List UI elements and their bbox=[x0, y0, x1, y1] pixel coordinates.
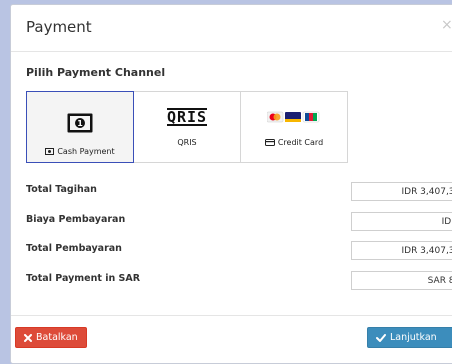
total-tagihan-field[interactable] bbox=[351, 182, 452, 201]
section-title: Pilih Payment Channel bbox=[26, 66, 166, 79]
row-total-tagihan: Total Tagihan bbox=[26, 182, 452, 202]
biaya-pembayaran-field[interactable] bbox=[351, 212, 452, 231]
continue-label: Lanjutkan bbox=[390, 332, 437, 343]
money-icon bbox=[45, 148, 55, 155]
total-sar-label: Total Payment in SAR bbox=[26, 273, 141, 284]
svg-text:1: 1 bbox=[77, 119, 83, 128]
cancel-label: Batalkan bbox=[36, 332, 78, 343]
channel-label-credit-card: Credit Card bbox=[241, 138, 347, 147]
cash-logo: 1 bbox=[27, 112, 133, 134]
modal-header: Payment × bbox=[11, 5, 452, 52]
payment-modal: Payment × Pilih Payment Channel 1 Cash P… bbox=[10, 4, 452, 364]
modal-title: Payment bbox=[26, 18, 92, 36]
modal-footer-divider bbox=[11, 315, 452, 316]
channel-qris[interactable]: QRIS QRIS bbox=[133, 91, 241, 163]
qris-logo: QRIS bbox=[134, 106, 240, 128]
qris-label: QRIS bbox=[177, 138, 197, 147]
channel-cash-payment[interactable]: 1 Cash Payment bbox=[26, 91, 134, 163]
channel-credit-card[interactable]: Credit Card bbox=[240, 91, 348, 163]
row-biaya-pembayaran: Biaya Pembayaran bbox=[26, 212, 452, 232]
close-icon bbox=[24, 333, 32, 342]
close-icon[interactable]: × bbox=[441, 17, 452, 33]
total-tagihan-label: Total Tagihan bbox=[26, 184, 97, 195]
cash-payment-label: Cash Payment bbox=[57, 147, 115, 156]
card-brands-icon bbox=[267, 111, 320, 123]
total-pembayaran-label: Total Pembayaran bbox=[26, 243, 122, 254]
channel-label-cash: Cash Payment bbox=[27, 147, 133, 156]
total-pembayaran-field[interactable] bbox=[351, 241, 452, 260]
qris-logo-text: QRIS bbox=[166, 108, 208, 126]
credit-card-icon bbox=[264, 139, 275, 146]
total-sar-field[interactable] bbox=[351, 271, 452, 290]
cancel-button[interactable]: Batalkan bbox=[15, 327, 87, 348]
credit-card-label: Credit Card bbox=[277, 138, 324, 147]
payment-channel-list: 1 Cash Payment QRIS QRIS Credit Card bbox=[26, 91, 348, 163]
row-total-pembayaran: Total Pembayaran bbox=[26, 241, 452, 261]
channel-label-qris: QRIS bbox=[134, 138, 240, 147]
row-total-sar: Total Payment in SAR bbox=[26, 271, 452, 291]
check-icon bbox=[376, 333, 386, 342]
cash-icon: 1 bbox=[67, 113, 93, 133]
continue-button[interactable]: Lanjutkan bbox=[367, 327, 452, 348]
biaya-pembayaran-label: Biaya Pembayaran bbox=[26, 214, 126, 225]
card-logos bbox=[241, 106, 347, 128]
